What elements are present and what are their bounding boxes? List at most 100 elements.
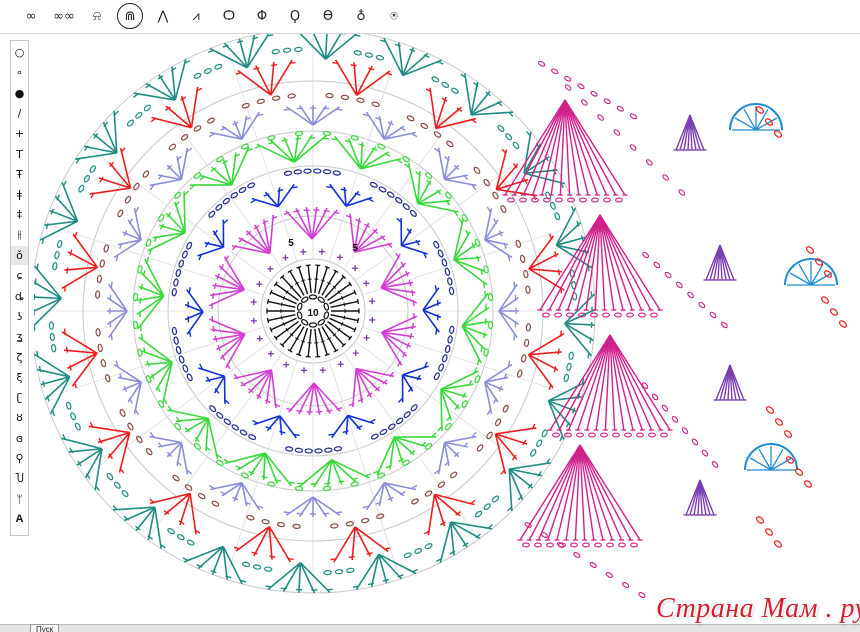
stitch-post [325, 34, 358, 60]
bracket-icon[interactable]: Ⴎ [11, 469, 28, 488]
lavender-fan [283, 104, 343, 126]
cluster-3-icon[interactable]: Ϙ [282, 3, 308, 29]
chain-stitch [223, 418, 231, 425]
chain-stitch [186, 241, 193, 250]
back-post-icon[interactable]: ȡ [11, 287, 28, 306]
stitch-top [548, 383, 552, 391]
half-motif-chain [507, 197, 623, 203]
triple-decrease-icon[interactable]: ⩘ [183, 3, 209, 29]
stitch-post [237, 69, 272, 96]
chain-stitch [97, 343, 103, 353]
chain-stitch [424, 490, 433, 497]
chain-stitch [521, 354, 527, 363]
green-fan [461, 290, 490, 366]
post-stitch-icon[interactable]: ǒ [11, 246, 28, 265]
chain-stitch [543, 197, 551, 203]
chain-stitch [554, 312, 562, 318]
green-fan [147, 190, 189, 255]
double-crochet-icon[interactable]: Ŧ [11, 165, 28, 184]
spike-icon[interactable]: ᛘ [11, 490, 28, 509]
stitch-top [358, 143, 365, 147]
stitch-post [149, 435, 182, 444]
popcorn-icon[interactable]: Φ [249, 3, 275, 29]
double-spiral-icon[interactable]: ξ [11, 368, 28, 387]
curl-icon[interactable]: ʓ [11, 327, 28, 346]
text-tool-icon[interactable]: A [11, 510, 28, 529]
chain-stitch [698, 301, 706, 309]
stitch-bar [343, 302, 346, 307]
stitch-top [385, 72, 393, 76]
single-crochet-icon[interactable]: + [11, 124, 28, 143]
magenta-fan [209, 315, 246, 370]
long-chain-icon[interactable]: ∞∞ [51, 3, 77, 29]
chain-stitch [597, 114, 604, 121]
chain-stitch [642, 251, 650, 259]
chain-icon[interactable]: ∞ [18, 3, 44, 29]
slip-stitch-icon[interactable]: ○ [11, 43, 28, 62]
filled-dot-icon[interactable]: ● [11, 84, 28, 103]
chain-stitch [507, 197, 515, 203]
chain-stitch [261, 519, 270, 525]
stitch-post [347, 138, 362, 170]
stitch-post [427, 494, 436, 536]
chain-stitch [641, 382, 649, 390]
cluster-5-icon[interactable]: ♁ [348, 3, 374, 29]
center-double-crochet [296, 327, 309, 357]
chain-stitch [691, 438, 699, 446]
double-treble-icon[interactable]: ‡ [11, 205, 28, 224]
red-picot [820, 296, 848, 328]
shell-icon[interactable]: ⍾ [84, 3, 110, 29]
chain-stitch [542, 312, 550, 318]
stitch-post [267, 562, 301, 591]
bobble-icon[interactable]: Ѻ [216, 3, 242, 29]
chain-stitch [52, 262, 58, 271]
twist-icon[interactable]: ȣ [11, 408, 28, 427]
stitch-post [61, 437, 103, 450]
chain-stitch [600, 432, 608, 438]
guide-spoke [354, 144, 542, 281]
red-fan [233, 525, 294, 563]
chain-stitch [622, 582, 630, 588]
anchor-icon[interactable]: ⚲ [11, 449, 28, 468]
small-chain-icon[interactable]: ∘ [11, 63, 28, 82]
brown-chain [95, 328, 111, 383]
chain-stitch [648, 432, 656, 438]
teal-chain [52, 239, 63, 271]
hook-icon[interactable]: ʖ [11, 307, 28, 326]
stitch-top [557, 269, 561, 276]
puff-stitch-icon[interactable]: ⋒ [117, 3, 143, 29]
chain-stitch [74, 422, 81, 431]
start-button[interactable]: Пуск [30, 624, 60, 632]
chain-stitch [293, 169, 302, 175]
purple-single-crochet [337, 361, 344, 368]
stitch-top [146, 256, 150, 263]
stitch-top [369, 418, 376, 423]
magenta-fan [283, 206, 340, 240]
treble-icon[interactable]: ǂ [11, 185, 28, 204]
stitch-post [437, 147, 446, 180]
chain-stitch [557, 542, 565, 548]
magenta-fan [348, 367, 395, 408]
teal-fan [75, 110, 119, 164]
loop-icon[interactable]: ʗ [11, 388, 28, 407]
stitch-top [411, 290, 414, 297]
line-icon[interactable]: / [11, 104, 28, 123]
purple-single-crochet [369, 298, 376, 305]
stitch-post [137, 295, 165, 330]
chain-stitch [142, 170, 150, 178]
stitch-top [559, 435, 564, 442]
knot-icon[interactable]: ɞ [11, 429, 28, 448]
front-post-icon[interactable]: ɕ [11, 266, 28, 285]
decrease-icon[interactable]: ⋀ [150, 3, 176, 29]
chart-canvas[interactable]: 10 5 5 [34, 34, 860, 624]
stitch-top [271, 63, 278, 67]
chain-stitch [582, 542, 590, 548]
spiral-icon[interactable]: ζ [11, 348, 28, 367]
triple-treble-icon[interactable]: ⫲ [11, 226, 28, 245]
stitch-top [233, 546, 241, 550]
half-double-icon[interactable]: T [11, 145, 28, 164]
cluster-4-icon[interactable]: Ѳ [315, 3, 341, 29]
cluster-6-icon[interactable]: ⍟ [381, 3, 407, 29]
stitch-top [281, 139, 288, 142]
stitch-top [366, 552, 373, 555]
